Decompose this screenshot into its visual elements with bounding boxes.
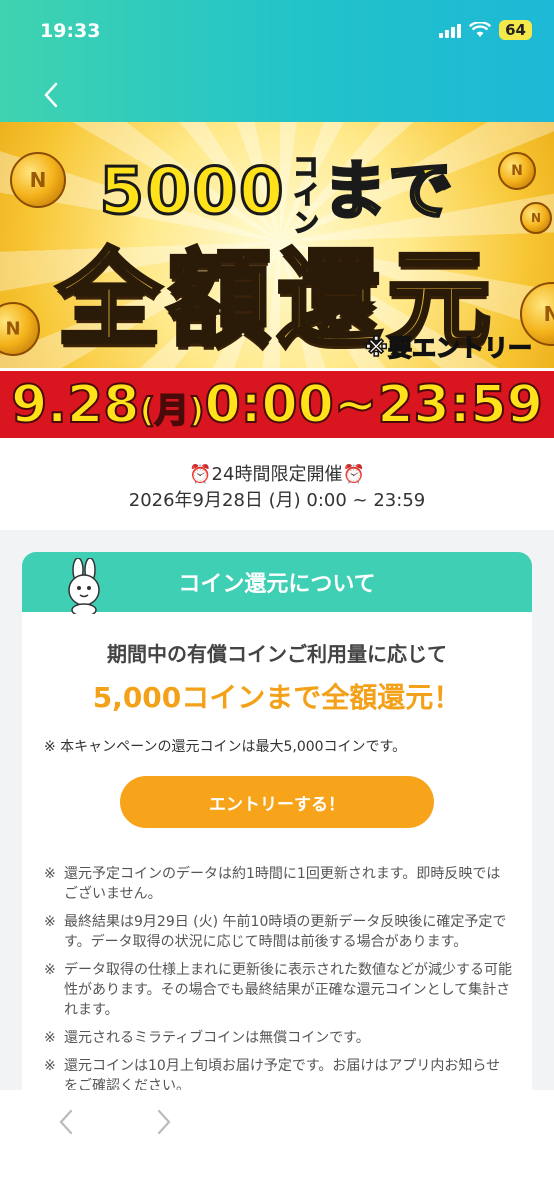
campaign-banner: 5000コインまで 全額還元 ※要エントリー 9.28(月)0:00~23:59 [0,122,554,438]
status-icons: 64 [439,20,532,40]
back-icon[interactable] [38,80,64,110]
event-datetime: 2026年9月28日 (月) 0:00 ~ 23:59 [128,490,426,511]
limited-time-label: ⏰24時間限定開催⏰ [189,464,365,485]
card-headline: 5,000コインまで全額還元！ [92,681,462,714]
card-header: コイン還元について [22,552,532,614]
note-item: ※ データ取得の仕様上まれに更新後に表示された数値などが減少する可能性があります。… [44,962,512,1018]
alarm-clock-icon: ⏰ [342,464,365,485]
date-strip: 9.28(月)0:00~23:59 [0,368,554,438]
battery-indicator: 64 [499,20,532,40]
top-bar: 19:33 64 [0,0,554,122]
back-arrow-icon[interactable] [56,1108,76,1136]
note-item: ※ 還元されるミラティブコインは無償コインです。 [44,1030,370,1046]
wifi-icon [469,22,492,37]
max-coin-note: ※ 本キャンペーンの還元コインは最大5,000コインです。 [44,739,407,755]
note-item: ※ 還元予定コインのデータは約1時間に1回更新されます。即時反映ではございません。 [44,866,501,902]
forward-arrow-icon[interactable] [154,1108,174,1136]
entry-button[interactable]: エントリーする！ [120,776,434,828]
coin-return-card: コイン還元について 期間中の有償コインご利用量に応じて 5,000コインまで全額… [22,552,532,1112]
entry-required-note: ※要エントリー [364,333,533,363]
note-item: ※ 最終結果は9月29日 (火) 午前10時頃の更新データ反映後に確定予定です。デ… [44,914,507,950]
event-info: ⏰24時間限定開催⏰ 2026年9月28日 (月) 0:00 ~ 23:59 [0,438,554,530]
browser-toolbar [0,1090,554,1199]
alarm-clock-icon: ⏰ [189,464,212,485]
signal-icon [439,22,462,38]
card-subtitle: 期間中の有償コインご利用量に応じて [107,642,447,666]
campaign-date: 9.28(月)0:00~23:59 [10,374,544,436]
card-title: コイン還元について [178,572,376,597]
notes-list: ※ 還元予定コインのデータは約1時間に1回更新されます。即時反映ではございません。… [44,864,514,1104]
status-time: 19:33 [40,20,101,42]
